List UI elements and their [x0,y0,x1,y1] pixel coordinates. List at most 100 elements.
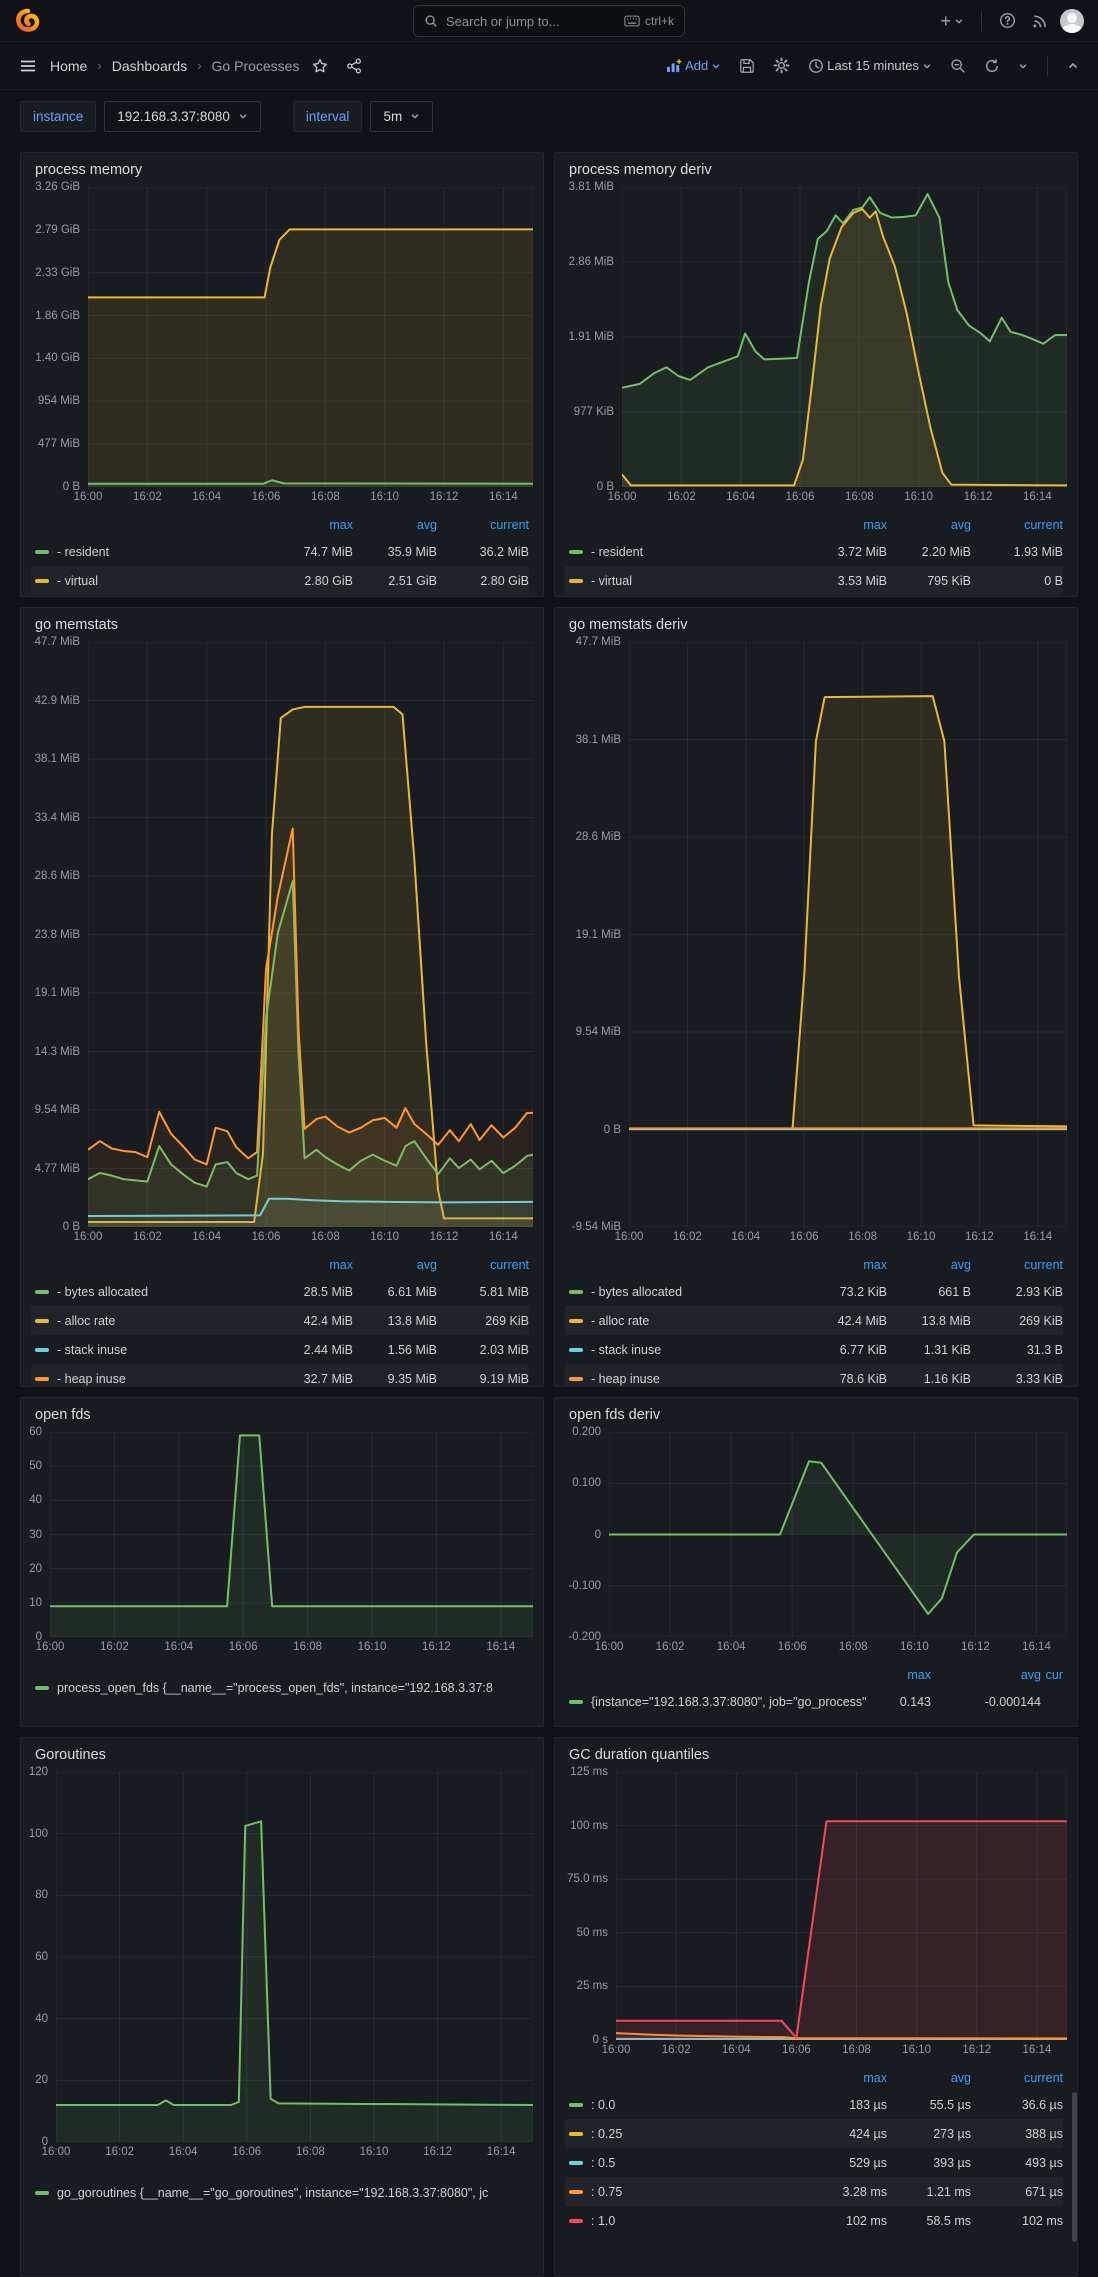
series-color-swatch [35,1347,49,1352]
plot-go-memstats-deriv[interactable] [629,642,1067,1227]
collapse-toolbar-button[interactable] [1062,56,1084,76]
plot-gc-duration-quantiles[interactable] [616,1772,1067,2040]
breadcrumb-dashboards[interactable]: Dashboards [112,58,188,74]
panel-header-gc-duration-quantiles[interactable]: GC duration quantiles [555,1738,1077,1772]
panel-header-process-memory-deriv[interactable]: process memory deriv [555,153,1077,187]
x-axis: 16:00 16:02 16:04 16:06 16:08 16:10 16:12 16:14 [21,1637,543,1657]
legend-header-avg[interactable]: avg [887,1258,971,1272]
panel-header-go-memstats[interactable]: go memstats [21,608,543,642]
legend-series-name[interactable]: : 0.0 [565,2098,803,2112]
x-axis-labels: 16:00 16:02 16:04 16:06 16:08 16:10 16:12 16:14 [74,1227,533,1247]
share-button[interactable] [341,54,367,78]
breadcrumb-home[interactable]: Home [50,58,87,74]
legend-header-current[interactable]: current [971,2071,1063,2085]
panel-header-open-fds-deriv[interactable]: open fds deriv [555,1398,1077,1432]
legend-value: 78.6 KiB [839,1371,887,1386]
legend-header-current[interactable]: current [971,1258,1063,1272]
legend-header-max[interactable]: max [803,1258,887,1272]
legend-series-name[interactable]: : 1.0 [565,2214,803,2228]
panel-header-process-memory[interactable]: process memory [21,153,543,187]
legend-series-name[interactable]: - resident [31,545,269,559]
variable-interval-value[interactable]: 5m [370,100,434,132]
legend-series-name[interactable]: - bytes allocated [31,1285,269,1299]
legend-series-name[interactable]: - bytes allocated [565,1285,803,1299]
legend-header-avg[interactable]: avg [931,1668,1041,1682]
legend-series-name[interactable]: : 0.25 [565,2127,803,2141]
news-button[interactable] [1027,8,1054,33]
legend-value: 42.4 MiB [303,1313,353,1328]
plot-process-memory-deriv[interactable] [622,187,1067,487]
legend-series-name[interactable]: - virtual [565,574,803,588]
search-input[interactable]: Search or jump to... ctrl+k [413,5,685,37]
legend-header-max[interactable]: max [803,518,887,532]
legend-header-avg[interactable]: avg [887,2071,971,2085]
x-axis-labels: 16:00 16:02 16:04 16:06 16:08 16:10 16:12 16:14 [602,2040,1067,2060]
legend-header-max[interactable]: max [269,518,353,532]
legend-series-name[interactable]: process_open_fds {__name__="process_open… [31,1681,529,1695]
legend-series-name[interactable]: go_goroutines {__name__="go_goroutines",… [31,2186,529,2200]
legend-header-current[interactable]: current [971,518,1063,532]
legend-series-name[interactable]: - stack inuse [31,1343,269,1357]
series-color-swatch [569,2218,583,2223]
divider [981,10,982,31]
legend-header-avg[interactable]: avg [353,518,437,532]
avatar[interactable] [1060,8,1084,33]
add-panel-button[interactable]: Add [661,54,726,77]
legend-header-avg[interactable]: avg [353,1258,437,1272]
refresh-interval-button[interactable] [1013,57,1033,75]
legend-series-name[interactable]: - alloc rate [565,1314,803,1328]
panel-header-open-fds[interactable]: open fds [21,1398,543,1432]
legend-series-name[interactable]: {instance="192.168.3.37:8080", job="go_p… [565,1695,867,1709]
save-dashboard-button[interactable] [734,54,760,78]
variable-instance-value[interactable]: 192.168.3.37:8080 [104,100,261,132]
legend-series-label: : 0.25 [591,2126,623,2141]
legend-series-name[interactable]: - heap inuse [31,1372,269,1386]
legend-series-label: - resident [591,544,644,559]
legend-series-name[interactable]: - virtual [31,574,269,588]
plot-open-fds-deriv[interactable] [609,1432,1067,1637]
legend-series-name[interactable]: - stack inuse [565,1343,803,1357]
chart-area: 3.81 MiB 2.86 MiB 1.91 MiB 977 KiB 0 B [555,181,1077,493]
legend-header-max[interactable]: max [803,2071,887,2085]
legend-series-name[interactable]: : 0.75 [565,2185,803,2199]
favorite-button[interactable] [307,54,333,78]
legend-series-name[interactable]: - alloc rate [31,1314,269,1328]
variable-interval-label[interactable]: interval [292,100,363,132]
time-range-picker[interactable]: Last 15 minutes [803,54,937,78]
legend-header-current[interactable]: current [437,518,529,532]
plot-goroutines[interactable] [56,1772,533,2142]
new-button[interactable]: + [935,8,969,34]
legend-scrollbar[interactable] [1072,2092,1077,2242]
y-axis: 47.7 MiB 42.9 MiB 38.1 MiB 33.4 MiB 28.6 MiB… [21,636,88,1233]
help-button[interactable] [994,8,1021,33]
x-tick-label: 16:08 [844,491,874,503]
variable-instance-label[interactable]: instance [20,100,97,132]
legend-series-name[interactable]: : 0.5 [565,2156,803,2170]
legend-value: 9.35 MiB [387,1371,437,1386]
zoom-out-button[interactable] [945,54,971,78]
legend-series-name[interactable]: - resident [565,545,803,559]
legend-header-cur[interactable]: cur [1041,1668,1063,1682]
y-axis: 120 100 80 60 40 20 0 [21,1766,56,2148]
x-tick-label: 16:06 [228,1641,258,1653]
panel-header-goroutines[interactable]: Goroutines [21,1738,543,1772]
grafana-logo[interactable] [14,8,40,34]
plot-process-memory[interactable] [88,187,533,487]
legend-header-max[interactable]: max [867,1668,931,1682]
save-icon [740,58,755,73]
legend-series-label: go_goroutines {__name__="go_goroutines",… [57,2186,489,2200]
legend-header-current[interactable]: current [437,1258,529,1272]
legend-header-avg[interactable]: avg [887,518,971,532]
legend-value: 32.7 MiB [303,1371,353,1386]
plot-open-fds[interactable] [50,1432,533,1637]
dashboard-settings-button[interactable] [768,53,795,78]
legend-header-max[interactable]: max [269,1258,353,1272]
panel-header-go-memstats-deriv[interactable]: go memstats deriv [555,608,1077,642]
legend-row: {instance="192.168.3.37:8080", job="go_p… [565,1687,1063,1716]
refresh-button[interactable] [979,54,1005,78]
series-color-swatch [569,1699,583,1704]
mega-menu-toggle[interactable] [14,53,42,79]
legend-series-name[interactable]: - heap inuse [565,1372,803,1386]
x-tick-label: 16:06 [789,1231,819,1243]
plot-go-memstats[interactable] [88,642,533,1227]
